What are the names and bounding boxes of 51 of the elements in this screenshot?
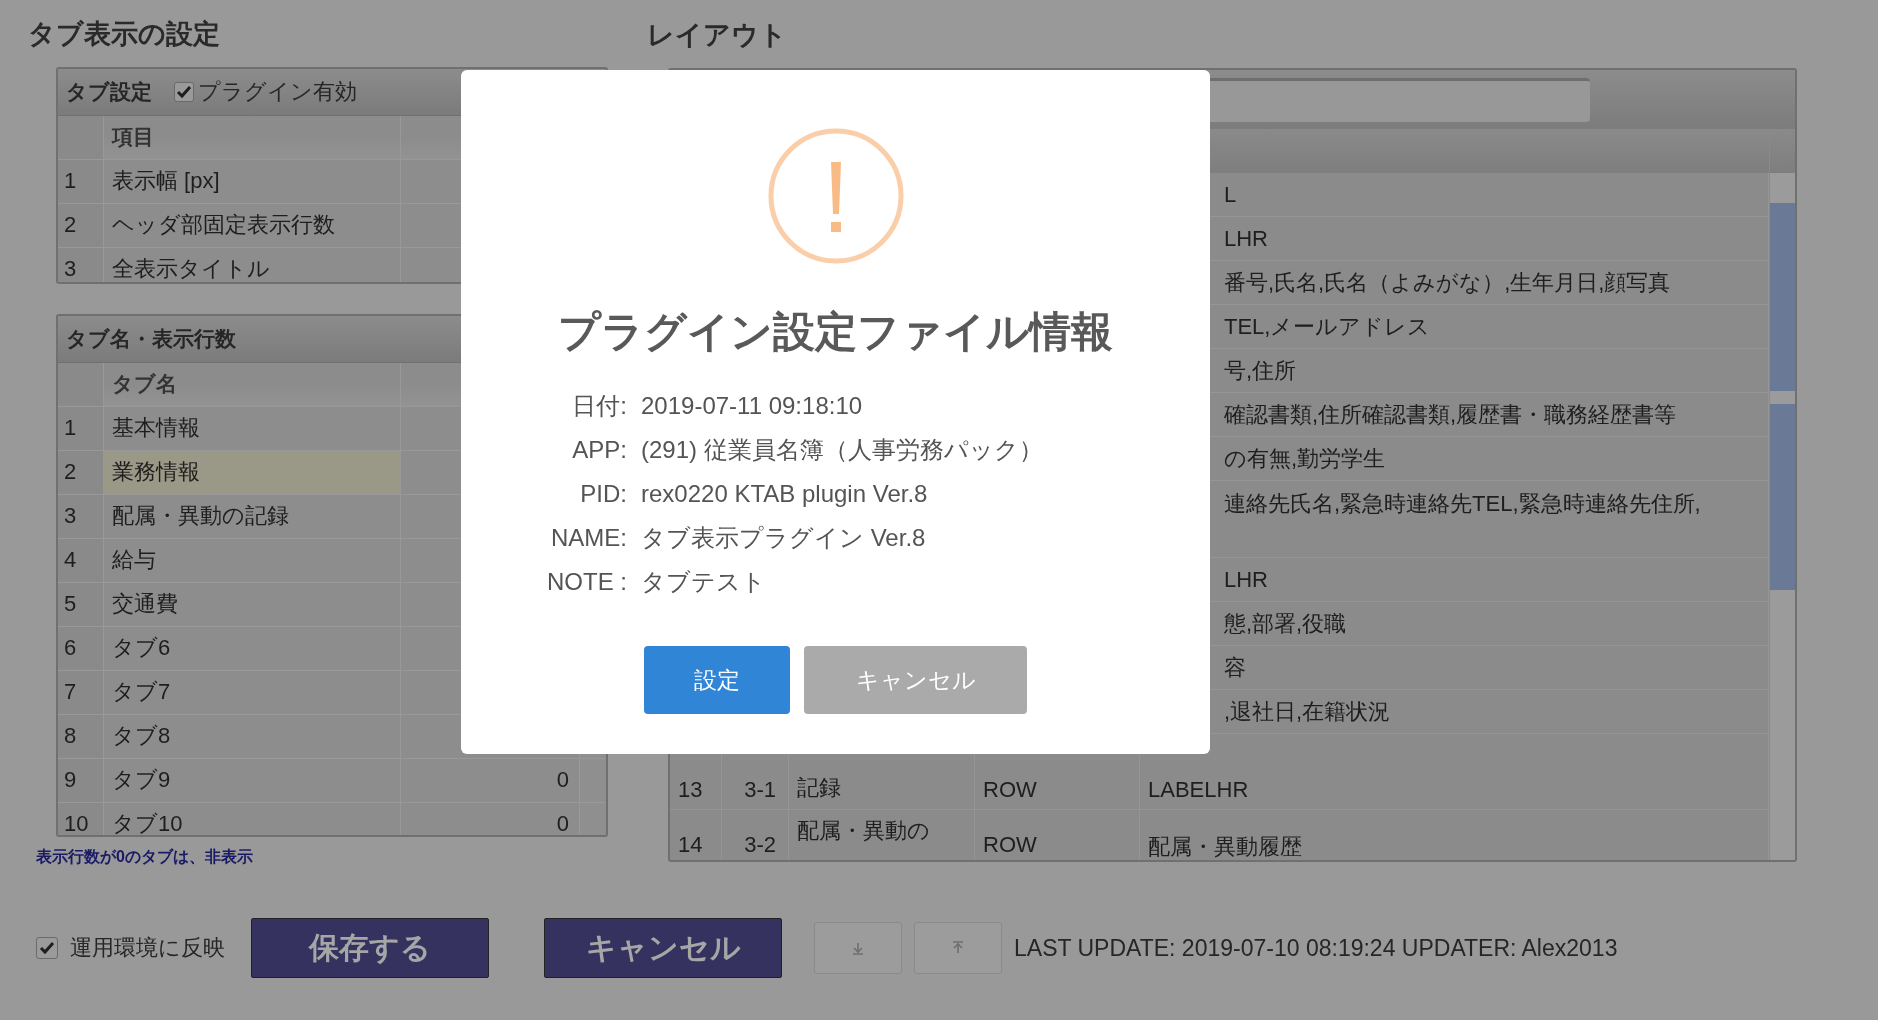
upload-icon: [952, 941, 964, 955]
field-label: NAME:: [550, 523, 627, 553]
field-label: APP:: [571, 435, 627, 465]
table-cell[interactable]: タブ7: [104, 670, 401, 714]
table-cell[interactable]: タブ6: [104, 626, 401, 670]
download-button[interactable]: [814, 922, 902, 974]
checkbox[interactable]: [174, 81, 194, 102]
warning-icon: [767, 128, 904, 264]
field-label: 日付:: [571, 391, 627, 421]
panel-title: タブ設定: [66, 78, 152, 105]
table-cell[interactable]: タブ9: [104, 758, 401, 802]
column-header: 項目: [104, 115, 401, 159]
field-value: rex0220 KTAB plugin Ver.8: [641, 479, 929, 509]
table-cell: 配属・異動の: [789, 810, 975, 860]
field-value: (291) 従業員名簿（人事労務パック）: [641, 435, 1043, 465]
table-cell: 全表示タイトル: [104, 247, 401, 282]
table-cell[interactable]: 給与: [104, 538, 401, 582]
field-value: タブ表示プラグイン Ver.8: [641, 523, 927, 553]
column-header: タブ名: [104, 362, 401, 406]
table-cell[interactable]: 基本情報: [104, 406, 401, 450]
confirm-button[interactable]: 設定: [644, 646, 790, 714]
upload-button[interactable]: [914, 922, 1002, 974]
dialog-title: プラグイン設定ファイル情報: [558, 307, 1113, 357]
last-update-text: LAST UPDATE: 2019-07-10 08:19:24 UPDATER: Alex2013: [1014, 934, 1618, 962]
field-value: タブテスト: [641, 567, 767, 597]
table-cell: ROW: [975, 810, 1140, 860]
checkbox-label: 運用環境に反映: [70, 934, 225, 962]
table-cell[interactable]: 交通費: [104, 582, 401, 626]
table-cell: ヘッダ部固定表示行数: [104, 203, 401, 247]
save-button[interactable]: 保存する: [251, 918, 489, 978]
row-number: 14: [670, 810, 722, 860]
table-cell: 表示幅 [px]: [104, 159, 401, 203]
panel-title: タブ名・表示行数: [66, 325, 236, 352]
section-title: レイアウト: [647, 19, 788, 52]
checkbox[interactable]: [36, 937, 58, 959]
checkbox-label: プラグイン有効: [198, 77, 357, 106]
table-cell[interactable]: タブ10: [104, 802, 401, 835]
field-label: PID:: [579, 479, 627, 509]
hint-text: 表示行数が0のタブは、非表示: [36, 847, 254, 867]
table-cell[interactable]: 業務情報: [104, 450, 401, 494]
table-cell[interactable]: タブ8: [104, 714, 401, 758]
scroll-thumb[interactable]: [1770, 404, 1795, 590]
table-cell: 3-2: [722, 810, 789, 860]
table-cell[interactable]: 配属・異動の記録: [104, 494, 401, 538]
scroll-thumb[interactable]: [1770, 203, 1795, 391]
section-title: タブ表示の設定: [28, 18, 221, 52]
download-icon: [852, 941, 864, 955]
cancel-button[interactable]: キャンセル: [544, 918, 782, 978]
field-value: 2019-07-11 09:18:10: [641, 391, 864, 421]
field-label: NOTE :: [547, 567, 627, 597]
header-corner: [1770, 129, 1795, 173]
